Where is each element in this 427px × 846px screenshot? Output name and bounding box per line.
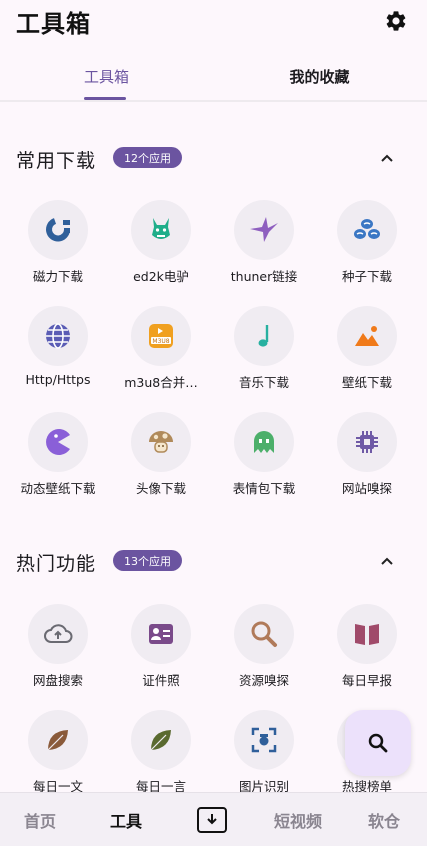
icon-circle (337, 306, 397, 366)
icon-circle (28, 710, 88, 770)
globe-icon (46, 323, 70, 349)
gear-icon (386, 11, 406, 31)
chevron-up-icon (381, 557, 393, 565)
search-icon (368, 733, 388, 753)
mushroom-icon (149, 431, 173, 453)
app-header: 工具箱 (0, 0, 427, 44)
active-tab-indicator (84, 97, 126, 100)
app-count-badge: 12个应用 (113, 147, 182, 168)
app-label: 网盘搜索 (32, 673, 83, 688)
section-title-hot-features: 热门功能 (16, 553, 97, 575)
app-thunder-link[interactable]: thuner链接 (212, 200, 316, 300)
app-wallpaper-download[interactable]: 壁纸下载 (315, 306, 419, 406)
icon-circle (131, 604, 191, 664)
app-site-sniff[interactable]: 网站嗅探 (315, 412, 419, 512)
scan-icon (251, 727, 277, 753)
ghost-icon (254, 431, 274, 453)
app-resource-sniff[interactable]: 资源嗅探 (212, 604, 316, 704)
icon-circle (28, 604, 88, 664)
leaf-brown-icon (47, 730, 68, 751)
bird-icon (250, 217, 278, 242)
magnifier-icon (251, 621, 277, 647)
app-ed2k[interactable]: ed2k电驴 (109, 200, 213, 300)
book-icon (355, 624, 379, 645)
id-card-icon (149, 624, 173, 644)
toolbox-screen: 工具箱 工具箱 我的收藏 常用下载 12个应用 磁力下载 ed2k电驴 thun… (0, 0, 427, 846)
app-label: 壁纸下载 (341, 375, 392, 390)
app-label: 证件照 (142, 673, 180, 688)
nav-short-video[interactable]: 短视频 (260, 793, 336, 846)
icon-circle (234, 604, 294, 664)
magnet-icon (46, 218, 70, 242)
icon-circle (337, 200, 397, 260)
app-m3u8-merge[interactable]: M3U8 m3u8合并… (109, 306, 213, 406)
app-label: 资源嗅探 (238, 673, 289, 688)
app-cloud-search[interactable]: 网盘搜索 (6, 604, 110, 704)
app-label: 动态壁纸下载 (20, 481, 96, 496)
app-torrent-download[interactable]: 种子下载 (315, 200, 419, 300)
donkey-icon (152, 218, 170, 239)
icon-circle (131, 710, 191, 770)
image-icon (355, 326, 379, 346)
icon-circle (131, 412, 191, 472)
icon-circle (131, 200, 191, 260)
icon-circle: M3U8 (131, 306, 191, 366)
section-title-common-downloads: 常用下载 (16, 150, 97, 172)
chevron-up-icon (381, 154, 393, 162)
tab-favorites[interactable]: 我的收藏 (213, 52, 426, 100)
collapse-section-button[interactable] (374, 548, 400, 574)
app-magnet-download[interactable]: 磁力下载 (6, 200, 110, 300)
cloud-upload-icon (44, 624, 73, 643)
icon-circle (28, 306, 88, 366)
seeds-icon (354, 219, 380, 239)
app-music-download[interactable]: 音乐下载 (212, 306, 316, 406)
collapse-section-button[interactable] (374, 145, 400, 171)
icon-circle (234, 306, 294, 366)
app-label: 头像下载 (135, 481, 186, 496)
tab-bar: 工具箱 我的收藏 (0, 52, 427, 102)
bottom-navigation: 首页 工具 短视频 软仓 (0, 792, 427, 846)
app-label: 每日早报 (341, 673, 392, 688)
nav-downloads[interactable] (182, 793, 242, 846)
nav-tools[interactable]: 工具 (96, 793, 156, 846)
settings-button[interactable] (381, 6, 411, 36)
svg-text:M3U8: M3U8 (152, 338, 169, 345)
app-label: 种子下载 (341, 269, 392, 284)
music-note-icon (258, 325, 269, 347)
app-daily-news[interactable]: 每日早报 (315, 604, 419, 704)
app-label: 磁力下载 (32, 269, 83, 284)
nav-software-store[interactable]: 软仓 (354, 793, 414, 846)
icon-circle (28, 200, 88, 260)
icon-circle (234, 200, 294, 260)
icon-circle (28, 412, 88, 472)
m3u8-icon: M3U8 (149, 324, 173, 348)
chip-icon (356, 431, 378, 453)
app-id-photo[interactable]: 证件照 (109, 604, 213, 704)
icon-circle (234, 710, 294, 770)
app-count-badge: 13个应用 (113, 550, 182, 571)
icon-circle (337, 412, 397, 472)
app-label: m3u8合并… (124, 375, 198, 390)
app-label: 表情包下载 (232, 481, 296, 496)
tab-toolbox[interactable]: 工具箱 (0, 52, 213, 100)
app-avatar-download[interactable]: 头像下载 (109, 412, 213, 512)
app-sticker-download[interactable]: 表情包下载 (212, 412, 316, 512)
app-http[interactable]: Http/Https (6, 306, 110, 406)
leaf-olive-icon (150, 730, 171, 751)
download-icon (197, 807, 227, 833)
app-label: Http/Https (25, 372, 91, 387)
pacman-icon (46, 429, 70, 455)
app-label: 音乐下载 (238, 375, 289, 390)
app-label: ed2k电驴 (133, 269, 189, 284)
nav-home[interactable]: 首页 (10, 793, 70, 846)
app-live-wallpaper[interactable]: 动态壁纸下载 (6, 412, 110, 512)
icon-circle (234, 412, 294, 472)
icon-circle (337, 604, 397, 664)
app-label: 网站嗅探 (341, 481, 392, 496)
app-label: thuner链接 (230, 269, 298, 284)
page-title: 工具箱 (16, 10, 91, 38)
floating-search-button[interactable] (345, 710, 411, 776)
